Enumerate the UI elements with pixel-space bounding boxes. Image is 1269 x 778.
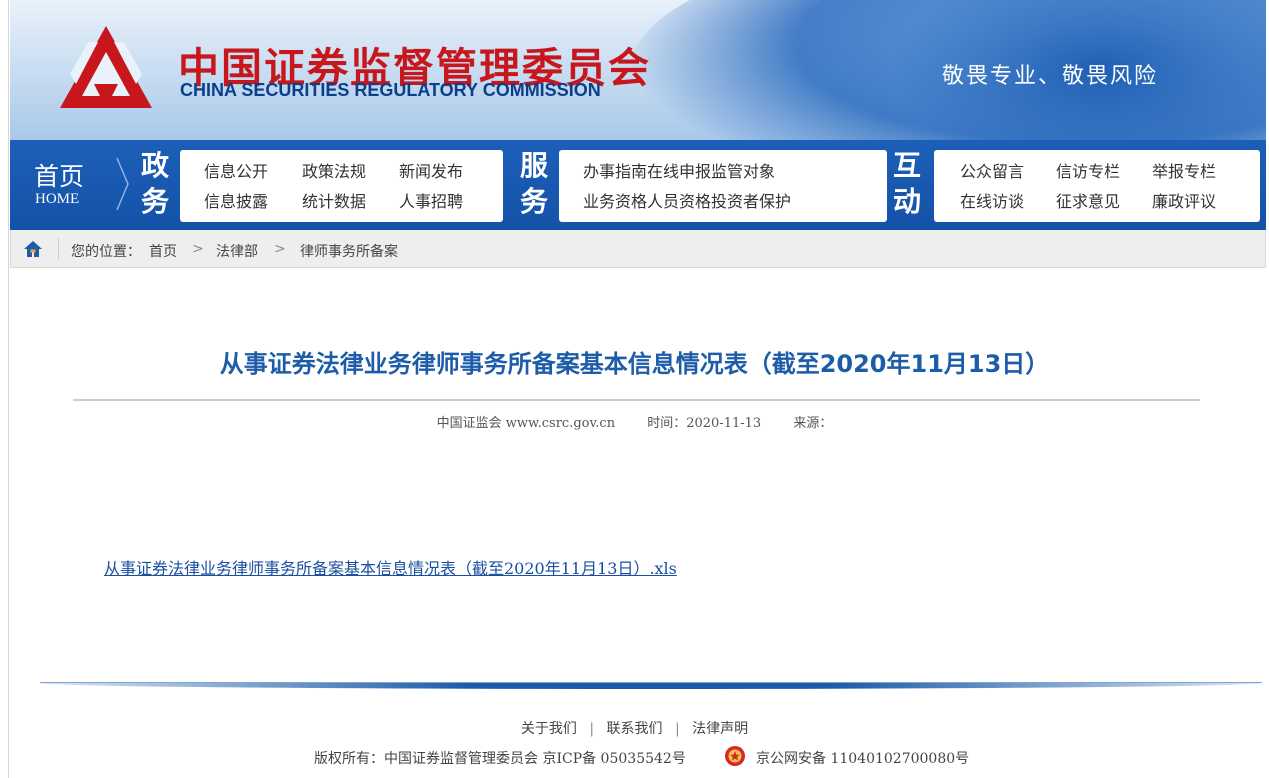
breadcrumb-prefix: 您的位置： [71, 244, 141, 260]
footer-divider-accent [40, 683, 1262, 689]
nav-link-statistics[interactable]: 统计数据 [302, 188, 366, 212]
nav-link-online-filing[interactable]: 在线申报 [647, 158, 711, 182]
footer-link-separator: | [674, 721, 680, 737]
csrc-logo-icon[interactable] [58, 22, 154, 114]
nav-section-char: 务 [519, 185, 548, 218]
article-origin: 来源： [793, 416, 833, 431]
footer-copyright: 版权所有：中国证券监督管理委员会 京ICP备 05035542号 [314, 751, 686, 767]
breadcrumb: 您的位置： 首页 > 法律部 > 律师事务所备案 [10, 230, 1266, 268]
article-time: 时间：2020-11-13 [647, 416, 762, 431]
nav-link-guide[interactable]: 办事指南 [583, 158, 647, 182]
site-name-en: CHINA SECURITIES REGULATORY COMMISSION [180, 80, 601, 100]
nav-link-info-public[interactable]: 信息公开 [204, 158, 268, 182]
breadcrumb-separator: > [274, 241, 286, 257]
chevron-right-icon [116, 157, 129, 211]
article-meta: 中国证监会 www.csrc.gov.cn 时间：2020-11-13 来源： [0, 412, 1269, 431]
nav-link-online-interview[interactable]: 在线访谈 [960, 188, 1024, 212]
nav-link-business-qualification[interactable]: 业务资格 [583, 188, 647, 212]
footer-links: 关于我们 | 联系我们 | 法律声明 [0, 718, 1269, 738]
nav-section-char: 互 [892, 149, 921, 182]
footer-link-about[interactable]: 关于我们 [521, 721, 577, 737]
site-header-banner: 中国证券监督管理委员会 CHINA SECURITIES REGULATORY … [10, 0, 1266, 140]
article-title: 从事证券法律业务律师事务所备案基本信息情况表（截至2020年11月13日） [219, 350, 1050, 378]
nav-panel-hudong: 公众留言 信访专栏 举报专栏 在线访谈 征求意见 廉政评议 [934, 150, 1260, 222]
site-slogan: 敬畏专业、敬畏风险 [942, 64, 1159, 89]
nav-link-info-disclosure[interactable]: 信息披露 [204, 188, 268, 212]
footer-link-separator: | [589, 721, 595, 737]
nav-link-public-message[interactable]: 公众留言 [960, 158, 1024, 182]
nav-home-button[interactable]: 首页 HOME [10, 140, 120, 230]
nav-link-report[interactable]: 举报专栏 [1152, 158, 1216, 182]
police-badge-icon [725, 746, 745, 766]
home-icon[interactable] [23, 240, 43, 258]
nav-section-char: 动 [892, 185, 921, 218]
breadcrumb-divider [58, 238, 59, 260]
title-divider [73, 399, 1200, 401]
breadcrumb-separator: > [192, 241, 204, 257]
article-source: 中国证监会 www.csrc.gov.cn [436, 416, 616, 431]
footer-link-legal[interactable]: 法律声明 [692, 721, 748, 737]
nav-link-news-release[interactable]: 新闻发布 [399, 158, 463, 182]
nav-section-title-zhengwu: 政 务 [138, 148, 172, 220]
nav-section-char: 政 [140, 149, 169, 182]
attachment-download-link[interactable]: 从事证券法律业务律师事务所备案基本信息情况表（截至2020年11月13日）.xl… [104, 555, 677, 579]
nav-section-char: 服 [519, 149, 548, 182]
footer-beian[interactable]: 京公网安备 11040102700080号 [756, 748, 969, 768]
nav-link-consultation[interactable]: 征求意见 [1056, 188, 1120, 212]
nav-panel-fuwu: 办事指南 在线申报 监管对象 业务资格 人员资格 投资者保护 [559, 150, 887, 222]
nav-panel-zhengwu: 信息公开 政策法规 新闻发布 信息披露 统计数据 人事招聘 [180, 150, 503, 222]
breadcrumb-item-home[interactable]: 首页 [149, 241, 177, 261]
nav-home-label-en: HOME [35, 191, 80, 207]
nav-link-investor-protection[interactable]: 投资者保护 [711, 188, 791, 212]
breadcrumb-item-law-firm-filing[interactable]: 律师事务所备案 [300, 241, 398, 261]
nav-link-regulated-entities[interactable]: 监管对象 [711, 158, 775, 182]
nav-link-personnel-qualification[interactable]: 人员资格 [647, 188, 711, 212]
nav-section-title-fuwu: 服 务 [517, 148, 551, 220]
nav-link-recruitment[interactable]: 人事招聘 [399, 188, 463, 212]
nav-section-title-hudong: 互 动 [890, 148, 924, 220]
breadcrumb-item-legal-dept[interactable]: 法律部 [216, 241, 258, 261]
footer-link-contact[interactable]: 联系我们 [607, 721, 663, 737]
nav-home-label-cn: 首页 [34, 162, 85, 191]
main-nav: 首页 HOME 政 务 信息公开 政策法规 新闻发布 信息披露 统计数据 人事招… [10, 140, 1266, 230]
page-left-border [8, 0, 9, 778]
nav-link-petition[interactable]: 信访专栏 [1056, 158, 1120, 182]
nav-link-policy-law[interactable]: 政策法规 [302, 158, 366, 182]
nav-link-integrity-review[interactable]: 廉政评议 [1152, 188, 1216, 212]
nav-section-char: 务 [140, 185, 169, 218]
